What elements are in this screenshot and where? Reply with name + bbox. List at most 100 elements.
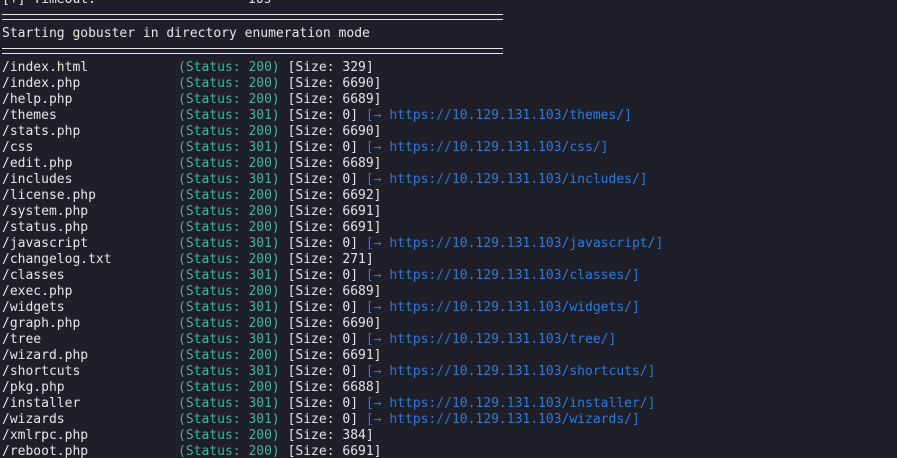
- result-path: /installer: [2, 396, 81, 411]
- result-path: /includes: [2, 172, 73, 187]
- result-status: (Status: 301): [178, 140, 280, 155]
- result-redirect-link[interactable]: [→ https://10.129.131.103/wizards/]: [366, 412, 640, 428]
- result-row: /index.html (Status: 200) [Size: 329]: [2, 60, 897, 76]
- result-size: [Size: 6689]: [287, 92, 382, 107]
- result-status: (Status: 301): [178, 364, 280, 379]
- result-size: [Size: 0]: [287, 108, 359, 123]
- result-size: [Size: 384]: [287, 428, 374, 443]
- results-list: /index.html (Status: 200) [Size: 329]/ind…: [2, 60, 897, 458]
- result-size: [Size: 6690]: [287, 124, 382, 139]
- result-path: /exec.php: [2, 284, 73, 299]
- result-size: [Size: 329]: [287, 60, 374, 75]
- result-redirect-link[interactable]: [→ https://10.129.131.103/widgets/]: [366, 300, 640, 316]
- result-status: (Status: 200): [178, 204, 280, 219]
- result-path: /shortcuts: [2, 364, 81, 379]
- result-path: /status.php: [2, 220, 89, 235]
- start-message: Starting gobuster in directory enumerati…: [2, 26, 370, 41]
- result-size: [Size: 6691]: [287, 204, 382, 219]
- result-status: (Status: 301): [178, 300, 280, 315]
- result-size: [Size: 0]: [287, 412, 359, 427]
- result-status: (Status: 301): [178, 172, 280, 187]
- result-status: (Status: 301): [178, 412, 280, 427]
- result-row: /license.php (Status: 200) [Size: 6692]: [2, 188, 897, 204]
- result-row: /javascript (Status: 301) [Size: 0] [→ ht…: [2, 236, 897, 252]
- result-path: /widgets: [2, 300, 65, 315]
- result-row: /shortcuts (Status: 301) [Size: 0] [→ htt…: [2, 364, 897, 380]
- result-status: (Status: 301): [178, 268, 280, 283]
- result-status: (Status: 200): [178, 380, 280, 395]
- result-size: [Size: 0]: [287, 300, 359, 315]
- result-size: [Size: 6690]: [287, 76, 382, 91]
- result-size: [Size: 6691]: [287, 444, 382, 458]
- result-status: (Status: 301): [178, 396, 280, 411]
- result-path: /system.php: [2, 204, 89, 219]
- result-row: /status.php (Status: 200) [Size: 6691]: [2, 220, 897, 236]
- result-status: (Status: 200): [178, 124, 280, 139]
- result-row: /graph.php (Status: 200) [Size: 6690]: [2, 316, 897, 332]
- result-row: /stats.php (Status: 200) [Size: 6690]: [2, 124, 897, 140]
- terminal-window[interactable]: [+] Timeout:10s Starting gobuster in dir…: [0, 0, 897, 458]
- result-path: /themes: [2, 108, 57, 123]
- result-path: /edit.php: [2, 156, 73, 171]
- result-status: (Status: 200): [178, 188, 280, 203]
- result-row: /xmlrpc.php (Status: 200) [Size: 384]: [2, 428, 897, 444]
- result-status: (Status: 200): [178, 220, 280, 235]
- result-redirect-link[interactable]: [→ https://10.129.131.103/javascript/]: [366, 236, 663, 252]
- timeout-value: 10s: [248, 0, 271, 7]
- result-status: (Status: 200): [178, 316, 280, 331]
- result-row: /system.php (Status: 200) [Size: 6691]: [2, 204, 897, 220]
- result-size: [Size: 6689]: [287, 284, 382, 299]
- result-row: /tree (Status: 301) [Size: 0] [→ https://…: [2, 332, 897, 348]
- timeout-option-line: [+] Timeout:10s: [2, 0, 897, 8]
- result-size: [Size: 0]: [287, 364, 359, 379]
- result-size: [Size: 0]: [287, 140, 359, 155]
- result-row: /wizard.php (Status: 200) [Size: 6691]: [2, 348, 897, 364]
- result-path: /javascript: [2, 236, 89, 251]
- result-path: /reboot.php: [2, 444, 89, 458]
- result-path: /index.html: [2, 60, 89, 75]
- result-row: /widgets (Status: 301) [Size: 0] [→ https…: [2, 300, 897, 316]
- result-path: /pkg.php: [2, 380, 65, 395]
- result-size: [Size: 6691]: [287, 220, 382, 235]
- result-size: [Size: 6688]: [287, 380, 382, 395]
- result-path: /css: [2, 140, 34, 155]
- timeout-label: [+] Timeout:: [2, 0, 248, 8]
- result-row: /includes (Status: 301) [Size: 0] [→ http…: [2, 172, 897, 188]
- result-size: [Size: 0]: [287, 396, 359, 411]
- result-status: (Status: 200): [178, 60, 280, 75]
- result-status: (Status: 301): [178, 332, 280, 347]
- result-row: /classes (Status: 301) [Size: 0] [→ https…: [2, 268, 897, 284]
- result-path: /tree: [2, 332, 42, 347]
- separator-bottom: [2, 48, 503, 54]
- result-row: /index.php (Status: 200) [Size: 6690]: [2, 76, 897, 92]
- result-status: (Status: 200): [178, 444, 280, 458]
- result-redirect-link[interactable]: [→ https://10.129.131.103/shortcuts/]: [366, 364, 656, 380]
- result-status: (Status: 200): [178, 156, 280, 171]
- result-redirect-link[interactable]: [→ https://10.129.131.103/themes/]: [366, 108, 632, 124]
- result-redirect-link[interactable]: [→ https://10.129.131.103/installer/]: [366, 396, 656, 412]
- result-row: /help.php (Status: 200) [Size: 6689]: [2, 92, 897, 108]
- result-redirect-link[interactable]: [→ https://10.129.131.103/css/]: [366, 140, 609, 156]
- result-path: /xmlrpc.php: [2, 428, 89, 443]
- result-redirect-link[interactable]: [→ https://10.129.131.103/tree/]: [366, 332, 616, 348]
- separator-top: [2, 14, 503, 20]
- result-row: /changelog.txt (Status: 200) [Size: 271]: [2, 252, 897, 268]
- result-size: [Size: 6691]: [287, 348, 382, 363]
- result-row: /installer (Status: 301) [Size: 0] [→ htt…: [2, 396, 897, 412]
- result-status: (Status: 301): [178, 236, 280, 251]
- result-redirect-link[interactable]: [→ https://10.129.131.103/includes/]: [366, 172, 648, 188]
- result-size: [Size: 6690]: [287, 316, 382, 331]
- result-size: [Size: 0]: [287, 236, 359, 251]
- result-size: [Size: 6692]: [287, 188, 382, 203]
- result-row: /themes (Status: 301) [Size: 0] [→ https:…: [2, 108, 897, 124]
- result-path: /classes: [2, 268, 65, 283]
- result-path: /index.php: [2, 76, 81, 91]
- result-status: (Status: 200): [178, 284, 280, 299]
- result-size: [Size: 6689]: [287, 156, 382, 171]
- result-redirect-link[interactable]: [→ https://10.129.131.103/classes/]: [366, 268, 640, 284]
- result-status: (Status: 200): [178, 348, 280, 363]
- result-row: /edit.php (Status: 200) [Size: 6689]: [2, 156, 897, 172]
- result-size: [Size: 0]: [287, 268, 359, 283]
- result-status: (Status: 200): [178, 92, 280, 107]
- result-path: /stats.php: [2, 124, 81, 139]
